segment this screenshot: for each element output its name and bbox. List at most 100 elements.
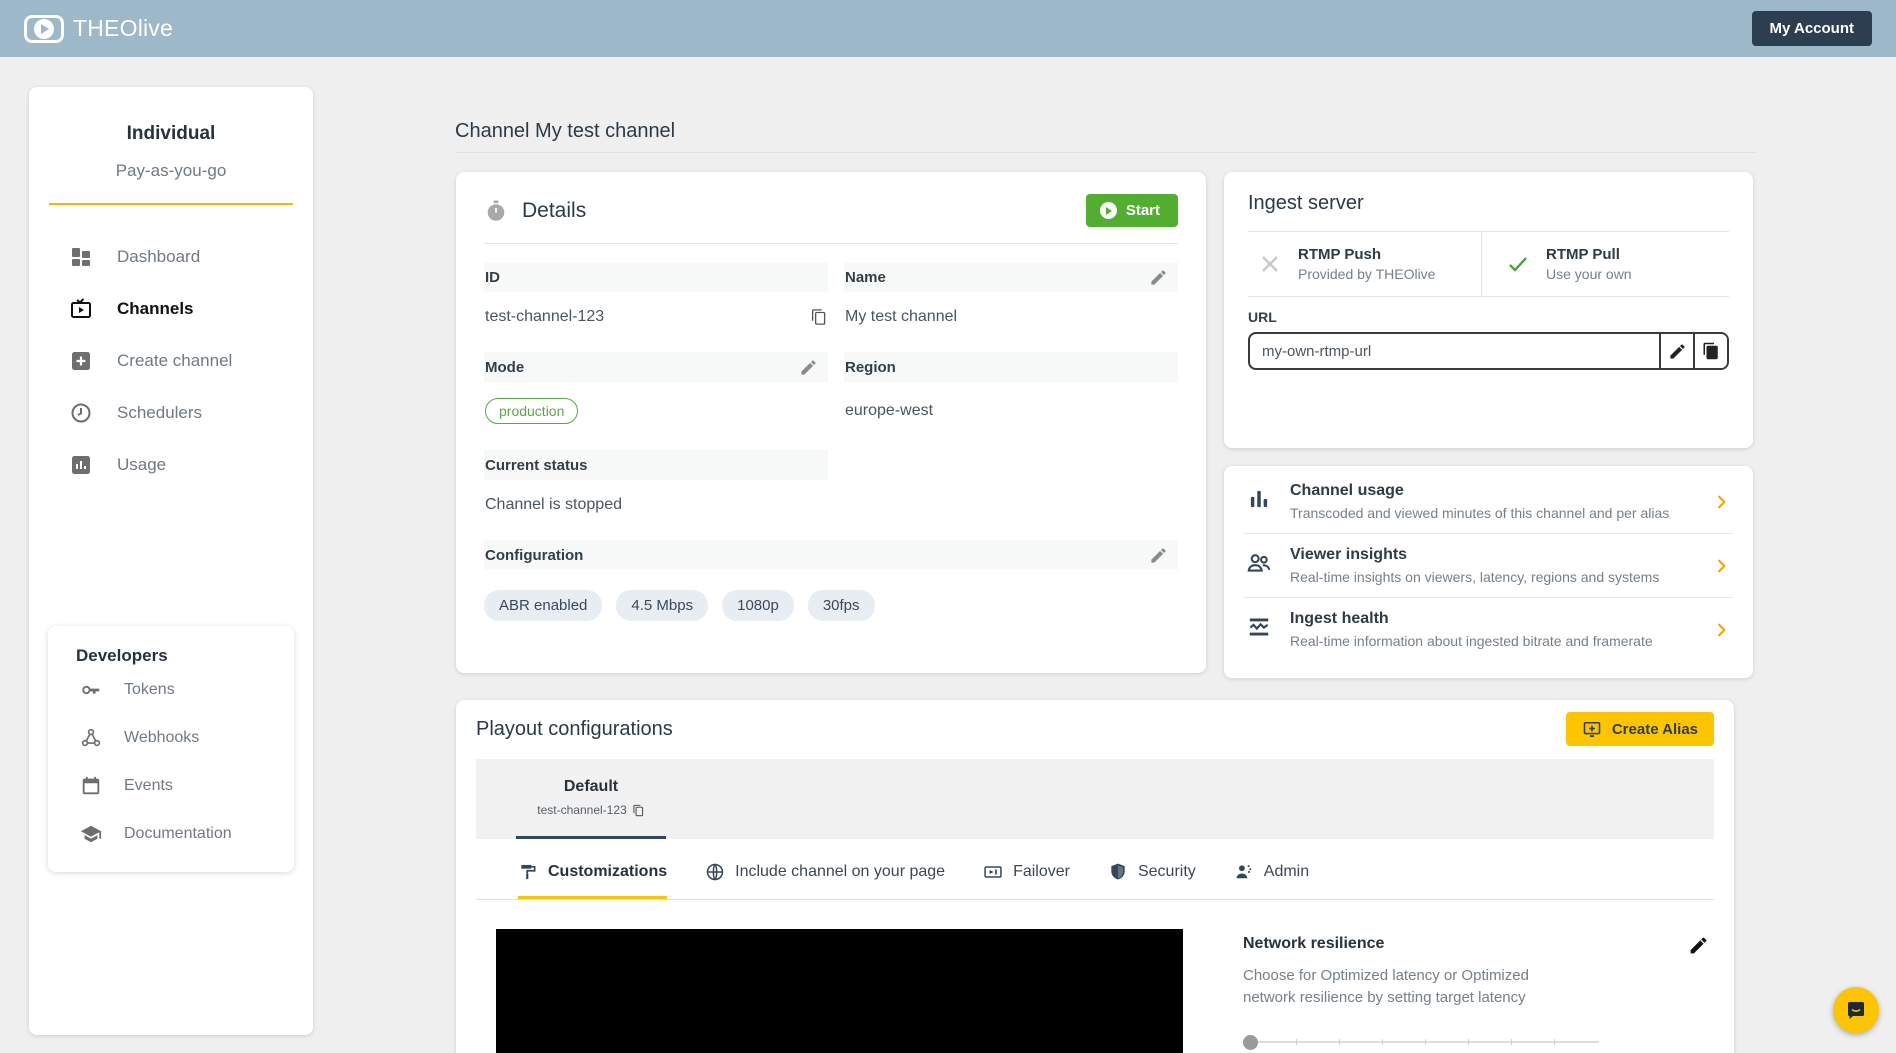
sidebar-item-label: Events bbox=[124, 777, 173, 794]
field-label-region: Region bbox=[844, 352, 1178, 382]
insights-card: Channel usage Transcoded and viewed minu… bbox=[1224, 466, 1753, 678]
copy-icon bbox=[1702, 342, 1720, 360]
slider-thumb[interactable] bbox=[1243, 1034, 1258, 1050]
copy-url-button[interactable] bbox=[1693, 334, 1727, 368]
alias-id: test-channel-123 bbox=[537, 803, 627, 817]
rtmp-pull-option[interactable]: RTMP Pull Use your own bbox=[1481, 232, 1729, 296]
ingest-health-desc: Real-time information about ingested bit… bbox=[1290, 633, 1653, 649]
calendar-icon bbox=[80, 775, 102, 797]
tab-customizations[interactable]: Customizations bbox=[518, 853, 668, 899]
webhook-icon bbox=[80, 727, 102, 749]
network-resilience-desc: Choose for Optimized latency or Optimize… bbox=[1243, 967, 1529, 1006]
tab-include-channel[interactable]: Include channel on your page bbox=[705, 853, 945, 899]
channels-icon bbox=[69, 297, 93, 321]
ingest-server-title: Ingest server bbox=[1248, 192, 1729, 232]
plan-type: Pay-as-you-go bbox=[115, 161, 227, 180]
ingest-health-title: Ingest health bbox=[1290, 610, 1389, 627]
pencil-icon bbox=[1668, 342, 1687, 361]
viewer-insights-title: Viewer insights bbox=[1290, 546, 1408, 563]
brand-logo[interactable]: THEOlive bbox=[24, 14, 173, 43]
channel-name-value: My test channel bbox=[845, 308, 958, 325]
health-icon bbox=[1246, 614, 1272, 640]
edit-url-button[interactable] bbox=[1659, 334, 1693, 368]
sidebar-item-webhooks[interactable]: Webhooks bbox=[48, 714, 294, 762]
sidebar-item-label: Dashboard bbox=[117, 247, 201, 266]
sidebar-nav: Dashboard Channels Create channel Schedu… bbox=[29, 231, 313, 491]
video-player[interactable] bbox=[496, 929, 1183, 1053]
channel-usage-desc: Transcoded and viewed minutes of this ch… bbox=[1290, 505, 1670, 521]
sidebar: Individual Pay-as-you-go Dashboard Chann… bbox=[29, 87, 313, 1035]
copy-alias-id-icon[interactable] bbox=[632, 804, 645, 817]
production-badge: production bbox=[485, 398, 579, 424]
sidebar-item-schedulers[interactable]: Schedulers bbox=[29, 387, 313, 439]
ingest-server-card: Ingest server RTMP Push Provided by THEO… bbox=[1224, 172, 1753, 448]
url-input-group: my-own-rtmp-url bbox=[1248, 332, 1729, 370]
rtmp-push-sub: Provided by THEOlive bbox=[1298, 266, 1436, 282]
channel-mode-value: production bbox=[484, 382, 828, 450]
channel-status-value: Channel is stopped bbox=[485, 496, 622, 513]
chevron-right-icon bbox=[1711, 620, 1731, 640]
field-label-id: ID bbox=[484, 262, 828, 292]
tab-security[interactable]: Security bbox=[1108, 853, 1196, 899]
edit-name-icon[interactable] bbox=[1149, 268, 1168, 287]
top-bar: THEOlive My Account bbox=[0, 0, 1896, 57]
alias-name: Default bbox=[563, 778, 619, 795]
viewer-insights-link[interactable]: Viewer insights Real-time insights on vi… bbox=[1244, 533, 1733, 597]
rtmp-push-option[interactable]: RTMP Push Provided by THEOlive bbox=[1248, 232, 1481, 296]
chat-launcher-button[interactable] bbox=[1833, 987, 1879, 1033]
sidebar-item-channels[interactable]: Channels bbox=[29, 283, 313, 335]
school-icon bbox=[80, 823, 102, 845]
chevron-right-icon bbox=[1711, 492, 1731, 512]
sidebar-item-events[interactable]: Events bbox=[48, 762, 294, 810]
my-account-button[interactable]: My Account bbox=[1751, 11, 1872, 46]
plan-divider bbox=[49, 203, 293, 205]
dashboard-icon bbox=[69, 245, 93, 269]
sidebar-item-dashboard[interactable]: Dashboard bbox=[29, 231, 313, 283]
tab-admin[interactable]: Admin bbox=[1234, 853, 1309, 899]
rtmp-pull-label: RTMP Pull bbox=[1546, 246, 1620, 263]
ingest-health-link[interactable]: Ingest health Real-time information abou… bbox=[1244, 597, 1733, 661]
details-title: Details bbox=[522, 198, 587, 222]
slider-track bbox=[1253, 1040, 1599, 1043]
edit-configuration-icon[interactable] bbox=[1149, 546, 1168, 565]
edit-network-resilience-icon[interactable] bbox=[1688, 935, 1709, 956]
create-alias-button[interactable]: Create Alias bbox=[1565, 712, 1714, 746]
config-badge: ABR enabled bbox=[484, 590, 603, 621]
key-icon bbox=[80, 679, 102, 701]
sidebar-item-label: Schedulers bbox=[117, 403, 203, 422]
alias-tab-default[interactable]: Default test-channel-123 bbox=[516, 759, 666, 839]
create-channel-icon bbox=[69, 349, 93, 373]
theolive-play-icon bbox=[24, 14, 64, 43]
latency-slider[interactable] bbox=[1243, 1034, 1599, 1050]
field-label-name: Name bbox=[844, 262, 1178, 292]
details-card: Details Start ID Name test-channel-123 M… bbox=[456, 172, 1206, 673]
sidebar-item-documentation[interactable]: Documentation bbox=[48, 810, 294, 858]
channel-usage-title: Channel usage bbox=[1290, 482, 1404, 499]
playout-configurations-card: Playout configurations Create Alias Defa… bbox=[456, 700, 1734, 1053]
start-button[interactable]: Start bbox=[1085, 194, 1178, 227]
network-resilience-title: Network resilience bbox=[1243, 935, 1385, 952]
play-icon bbox=[1099, 202, 1117, 219]
config-badge: 1080p bbox=[722, 590, 794, 621]
sidebar-item-usage[interactable]: Usage bbox=[29, 439, 313, 491]
bar-chart-icon bbox=[1246, 486, 1272, 512]
playout-subtabs: Customizations Include channel on your p… bbox=[476, 853, 1714, 900]
channel-usage-link[interactable]: Channel usage Transcoded and viewed minu… bbox=[1244, 470, 1733, 533]
copy-id-icon[interactable] bbox=[810, 308, 828, 326]
people-icon bbox=[1246, 550, 1272, 576]
url-input[interactable]: my-own-rtmp-url bbox=[1250, 334, 1659, 368]
sidebar-item-tokens[interactable]: Tokens bbox=[48, 666, 294, 714]
configuration-badges: ABR enabled 4.5 Mbps 1080p 30fps bbox=[484, 570, 1178, 621]
alias-tab-strip: Default test-channel-123 bbox=[476, 759, 1714, 839]
sidebar-item-label: Webhooks bbox=[124, 729, 200, 746]
failover-icon bbox=[983, 862, 1003, 882]
developers-card: Developers Tokens Webhooks Events Docume… bbox=[48, 626, 294, 872]
admin-person-icon bbox=[1234, 862, 1254, 882]
edit-mode-icon[interactable] bbox=[799, 358, 818, 377]
tab-failover[interactable]: Failover bbox=[983, 853, 1070, 899]
developers-title: Developers bbox=[76, 646, 168, 665]
chat-bubble-icon bbox=[1848, 1002, 1864, 1019]
sidebar-item-label: Create channel bbox=[117, 351, 233, 370]
sidebar-item-create-channel[interactable]: Create channel bbox=[29, 335, 313, 387]
playout-title: Playout configurations bbox=[476, 717, 673, 740]
